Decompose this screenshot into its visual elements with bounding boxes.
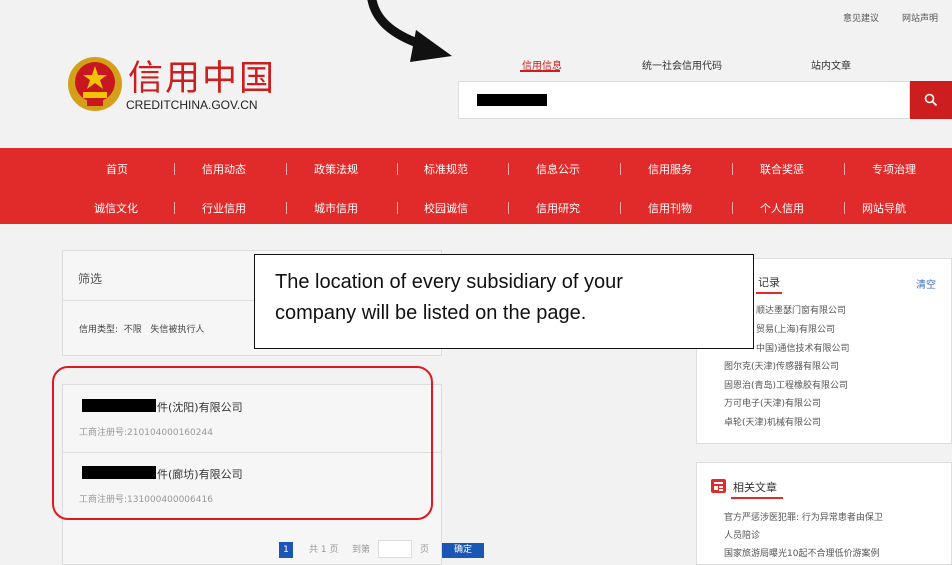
nav-credit-news[interactable]: 信用动态	[202, 161, 246, 177]
history-title-underline	[756, 292, 782, 294]
nav-divider	[286, 202, 287, 214]
related-article-link[interactable]: 官方严惩涉医犯罪: 行为异常患者由保卫	[724, 510, 883, 523]
nav-divider	[174, 163, 175, 175]
search-tab-credit-code[interactable]: 统一社会信用代码	[642, 57, 722, 72]
site-logo-subtitle: CREDITCHINA.GOV.CN	[126, 98, 258, 112]
history-item[interactable]: 卓轮(天津)机械有限公司	[724, 415, 821, 428]
nav-site-guide[interactable]: 网站导航	[862, 200, 906, 216]
page-button-current[interactable]: 1	[279, 542, 293, 558]
nav-campus-integrity[interactable]: 校园诚信	[424, 200, 468, 216]
callout-line-1: The location of every subsidiary of your	[275, 271, 623, 293]
header: 意见建议 网站声明 信用中国 CREDITCHINA.GOV.CN 信用信息 统…	[0, 0, 952, 148]
page-confirm-button[interactable]: 确定	[442, 543, 484, 558]
page-goto-text: 到第	[352, 545, 371, 555]
page-total-text: 共 1 页	[309, 545, 339, 555]
nav-standards[interactable]: 标准规范	[424, 161, 468, 177]
nav-divider	[620, 163, 621, 175]
annotation-arrow-icon	[367, 0, 452, 62]
nav-divider	[286, 163, 287, 175]
history-item[interactable]: 万可电子(天津)有限公司	[724, 396, 821, 409]
filter-credit-type-row: 信用类型: 不限 失信被执行人	[79, 322, 204, 335]
nav-personal-credit[interactable]: 个人信用	[760, 200, 804, 216]
redacted-query	[477, 94, 547, 106]
nav-divider	[174, 202, 175, 214]
feedback-link[interactable]: 意见建议	[843, 11, 879, 24]
nav-city-credit[interactable]: 城市信用	[314, 200, 358, 216]
nav-divider	[508, 163, 509, 175]
active-tab-underline	[520, 70, 560, 72]
history-item[interactable]: 贸易(上海)有限公司	[756, 322, 835, 335]
related-article-link[interactable]: 国家旅游局曝光10起不合理低价游案例	[724, 546, 879, 559]
nav-divider	[397, 163, 398, 175]
filter-option-all[interactable]: 不限	[124, 325, 142, 335]
nav-integrity-culture[interactable]: 诚信文化	[94, 200, 138, 216]
site-logo-title[interactable]: 信用中国	[128, 50, 276, 101]
page-unit-text: 页	[420, 545, 430, 555]
search-button[interactable]	[910, 81, 952, 119]
history-item[interactable]: 固恩治(青岛)工程橡胶有限公司	[724, 378, 848, 391]
nav-industry-credit[interactable]: 行业信用	[202, 200, 246, 216]
search-tab-site-articles[interactable]: 站内文章	[811, 57, 851, 72]
history-item[interactable]: 图尔克(天津)传感器有限公司	[724, 359, 839, 372]
nav-divider	[620, 202, 621, 214]
related-articles-title: 相关文章	[733, 481, 777, 494]
nav-credit-service[interactable]: 信用服务	[648, 161, 692, 177]
nav-home[interactable]: 首页	[106, 161, 128, 177]
search-icon	[924, 93, 938, 107]
site-statement-link[interactable]: 网站声明	[902, 11, 938, 24]
nav-divider	[397, 202, 398, 214]
article-icon	[711, 479, 726, 493]
nav-divider	[844, 202, 845, 214]
search-input[interactable]	[458, 81, 910, 119]
history-clear-button[interactable]: 清空	[916, 276, 936, 291]
nav-divider	[732, 202, 733, 214]
filter-option-dishonest[interactable]: 失信被执行人	[150, 325, 204, 335]
nav-disclosure[interactable]: 信息公示	[536, 161, 580, 177]
related-article-link[interactable]: 人员陪诊	[724, 528, 760, 541]
nav-special-governance[interactable]: 专项治理	[872, 161, 916, 177]
nav-divider	[732, 163, 733, 175]
nav-credit-research[interactable]: 信用研究	[536, 200, 580, 216]
national-emblem-icon	[68, 57, 122, 111]
nav-divider	[844, 163, 845, 175]
nav-credit-publications[interactable]: 信用刊物	[648, 200, 692, 216]
related-title-underline	[731, 497, 783, 499]
filter-type-label: 信用类型:	[79, 325, 119, 335]
results-highlight-ring	[52, 366, 433, 520]
main-nav: 首页 信用动态 政策法规 标准规范 信息公示 信用服务 联合奖惩 专项治理 诚信…	[0, 148, 952, 224]
filter-title: 筛选	[78, 272, 103, 286]
history-title: 记录	[758, 276, 780, 289]
nav-policy[interactable]: 政策法规	[314, 161, 358, 177]
callout-line-2: company will be listed on the page.	[275, 302, 587, 324]
history-item[interactable]: 顺达墨瑟门窗有限公司	[756, 303, 846, 316]
nav-joint-rewards[interactable]: 联合奖惩	[760, 161, 804, 177]
nav-divider	[508, 202, 509, 214]
history-item[interactable]: 中国)通信技术有限公司	[756, 341, 850, 354]
page-number-input[interactable]	[378, 540, 412, 558]
annotation-callout: The location of every subsidiary of your…	[254, 254, 754, 349]
